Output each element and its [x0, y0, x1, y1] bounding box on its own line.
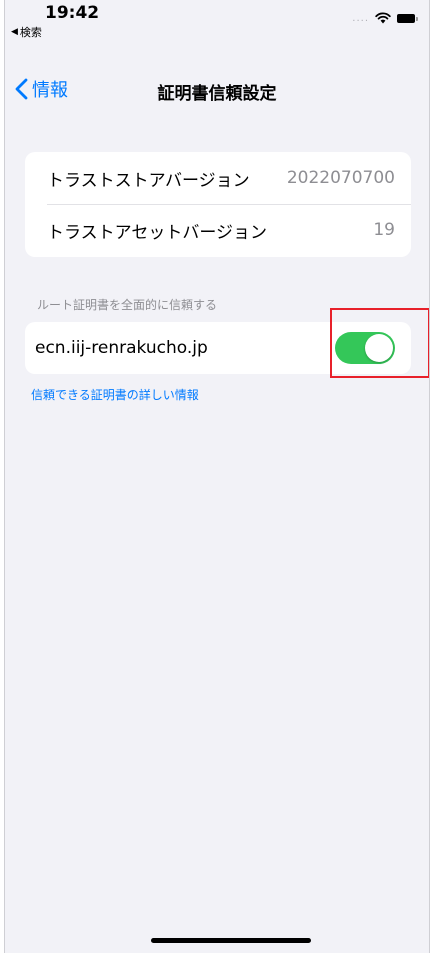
status-time: 19:42	[45, 3, 100, 23]
phone-screen: 19:42 ◀ 検索 .... 情報 証明書信頼設定 トラストストアバージョン …	[4, 0, 430, 953]
status-back-to-app[interactable]: ◀ 検索	[11, 24, 42, 40]
status-indicators: ....	[352, 12, 418, 24]
certificate-domain: ecn.iij-renrakucho.jp	[35, 338, 208, 358]
trust-section-header: ルート証明書を全面的に信頼する	[37, 298, 218, 312]
wifi-icon	[375, 12, 391, 24]
trust-store-version-value: 2022070700	[286, 168, 395, 188]
full-trust-toggle[interactable]	[335, 332, 395, 364]
trust-asset-version-row: トラストアセットバージョン 19	[25, 204, 411, 256]
learn-more-link[interactable]: 信頼できる証明書の詳しい情報	[31, 386, 199, 403]
trust-store-version-row: トラストストアバージョン 2022070700	[25, 152, 411, 204]
toggle-knob	[365, 334, 393, 362]
trust-asset-version-value: 19	[373, 220, 395, 240]
certificate-row: ecn.iij-renrakucho.jp	[25, 322, 411, 374]
trust-card: ecn.iij-renrakucho.jp	[25, 322, 411, 374]
trust-asset-version-label: トラストアセットバージョン	[47, 222, 267, 243]
battery-icon	[397, 13, 418, 23]
trust-store-version-label: トラストストアバージョン	[47, 170, 250, 191]
navigation-bar: 情報 証明書信頼設定	[5, 70, 429, 110]
status-back-label: 検索	[19, 26, 42, 39]
signal-icon: ....	[352, 12, 369, 24]
version-card: トラストストアバージョン 2022070700 トラストアセットバージョン 19	[25, 152, 411, 257]
page-title: 証明書信頼設定	[157, 84, 277, 104]
home-indicator	[151, 938, 311, 943]
back-triangle-icon: ◀	[11, 27, 18, 37]
